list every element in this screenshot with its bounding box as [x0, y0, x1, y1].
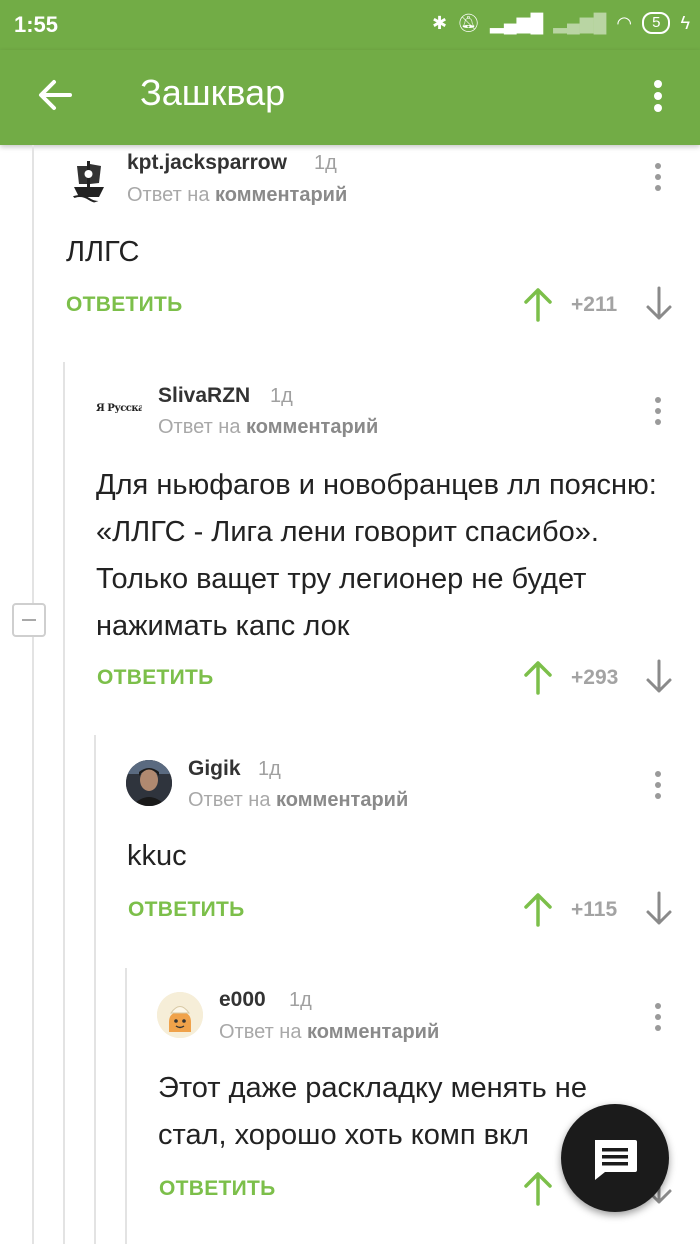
upvote-arrow-icon[interactable] [522, 286, 554, 322]
rating: +293 [571, 666, 619, 689]
comment-age: 1д [270, 385, 293, 407]
reply-to: Ответ на комментарий [158, 416, 379, 438]
avatar-text: Я Русская [96, 403, 142, 414]
cartoon-avatar-icon [157, 992, 203, 1038]
comment-menu-button[interactable] [648, 160, 668, 200]
more-vert-icon[interactable] [640, 70, 676, 120]
status-icons: ✱ 🔕︎ ▂▄▆█ ▂▄▆█ ◠ 5 ϟ [432, 12, 690, 34]
reply-to-link[interactable]: комментарий [215, 184, 347, 206]
comment-menu-button[interactable] [648, 394, 668, 434]
write-comment-button[interactable] [561, 1104, 669, 1212]
comment-text: Для ньюфагов и новобранцев лл поясню: «Л… [96, 469, 657, 642]
signal-icon: ▂▄▆█ [490, 12, 544, 33]
avatar[interactable] [157, 992, 203, 1038]
avatar[interactable] [66, 157, 112, 203]
reply-button[interactable]: ОТВЕТИТЬ [128, 898, 245, 922]
upvote-arrow-icon[interactable] [522, 891, 554, 927]
comment-author[interactable]: SlivaRZN [158, 384, 250, 408]
upvote-arrow-icon[interactable] [522, 659, 554, 695]
status-time: 1:55 [14, 12, 59, 37]
downvote-arrow-icon[interactable] [644, 891, 674, 927]
comment-text: kkuc [127, 840, 187, 872]
avatar[interactable] [126, 760, 172, 806]
downvote-arrow-icon[interactable] [644, 286, 674, 322]
signal-weak-icon: ▂▄▆█ [553, 12, 607, 33]
wifi-icon: ◠ [616, 12, 633, 33]
reply-to: Ответ на комментарий [219, 1021, 440, 1043]
avatar[interactable]: Я Русская [96, 388, 142, 434]
reply-to: Ответ на комментарий [127, 184, 348, 206]
app-bar: Зашквар [0, 50, 700, 145]
mute-icon: 🔕︎ [457, 12, 480, 33]
battery-icon: 5 [642, 12, 671, 34]
downvote-arrow-icon[interactable] [644, 659, 674, 695]
rating: +211 [571, 293, 618, 316]
reply-button[interactable]: ОТВЕТИТЬ [66, 293, 183, 317]
status-bar: 1:55 ✱ 🔕︎ ▂▄▆█ ▂▄▆█ ◠ 5 ϟ [0, 0, 700, 50]
comment-author[interactable]: kpt.jacksparrow [127, 151, 287, 175]
comment-author[interactable]: e000 [219, 988, 266, 1012]
reply-button[interactable]: ОТВЕТИТЬ [159, 1177, 276, 1201]
reply-button[interactable]: ОТВЕТИТЬ [97, 666, 214, 690]
upvote-arrow-icon[interactable] [522, 1170, 554, 1206]
charging-icon: ϟ [680, 12, 690, 33]
comment-age: 1д [258, 758, 281, 780]
reply-to: Ответ на комментарий [188, 789, 409, 811]
rating: +115 [571, 898, 618, 921]
comment-age: 1д [289, 989, 312, 1011]
comment-age: 1д [314, 152, 337, 174]
comment-menu-button[interactable] [648, 1000, 668, 1040]
reply-to-link[interactable]: комментарий [276, 789, 408, 811]
comment: Я Русская SlivaRZN 1д Ответ на комментар… [0, 374, 700, 714]
comment-menu-button[interactable] [648, 768, 668, 808]
portrait-icon [126, 760, 172, 806]
comment: Gigik 1д Ответ на комментарий kkuc ОТВЕТ… [0, 748, 700, 948]
pirate-ship-icon [69, 161, 109, 203]
back-arrow-icon[interactable] [30, 70, 80, 120]
comment-text: ЛЛГС [66, 236, 140, 268]
comment: kpt.jacksparrow 1д Ответ на комментарий … [0, 145, 700, 345]
page-title: Зашквар [140, 72, 286, 113]
comment-author[interactable]: Gigik [188, 757, 241, 781]
reply-to-link[interactable]: комментарий [246, 416, 378, 438]
comment-icon [595, 1140, 637, 1180]
reply-to-link[interactable]: комментарий [307, 1021, 439, 1043]
bluetooth-icon: ✱ [432, 12, 448, 33]
